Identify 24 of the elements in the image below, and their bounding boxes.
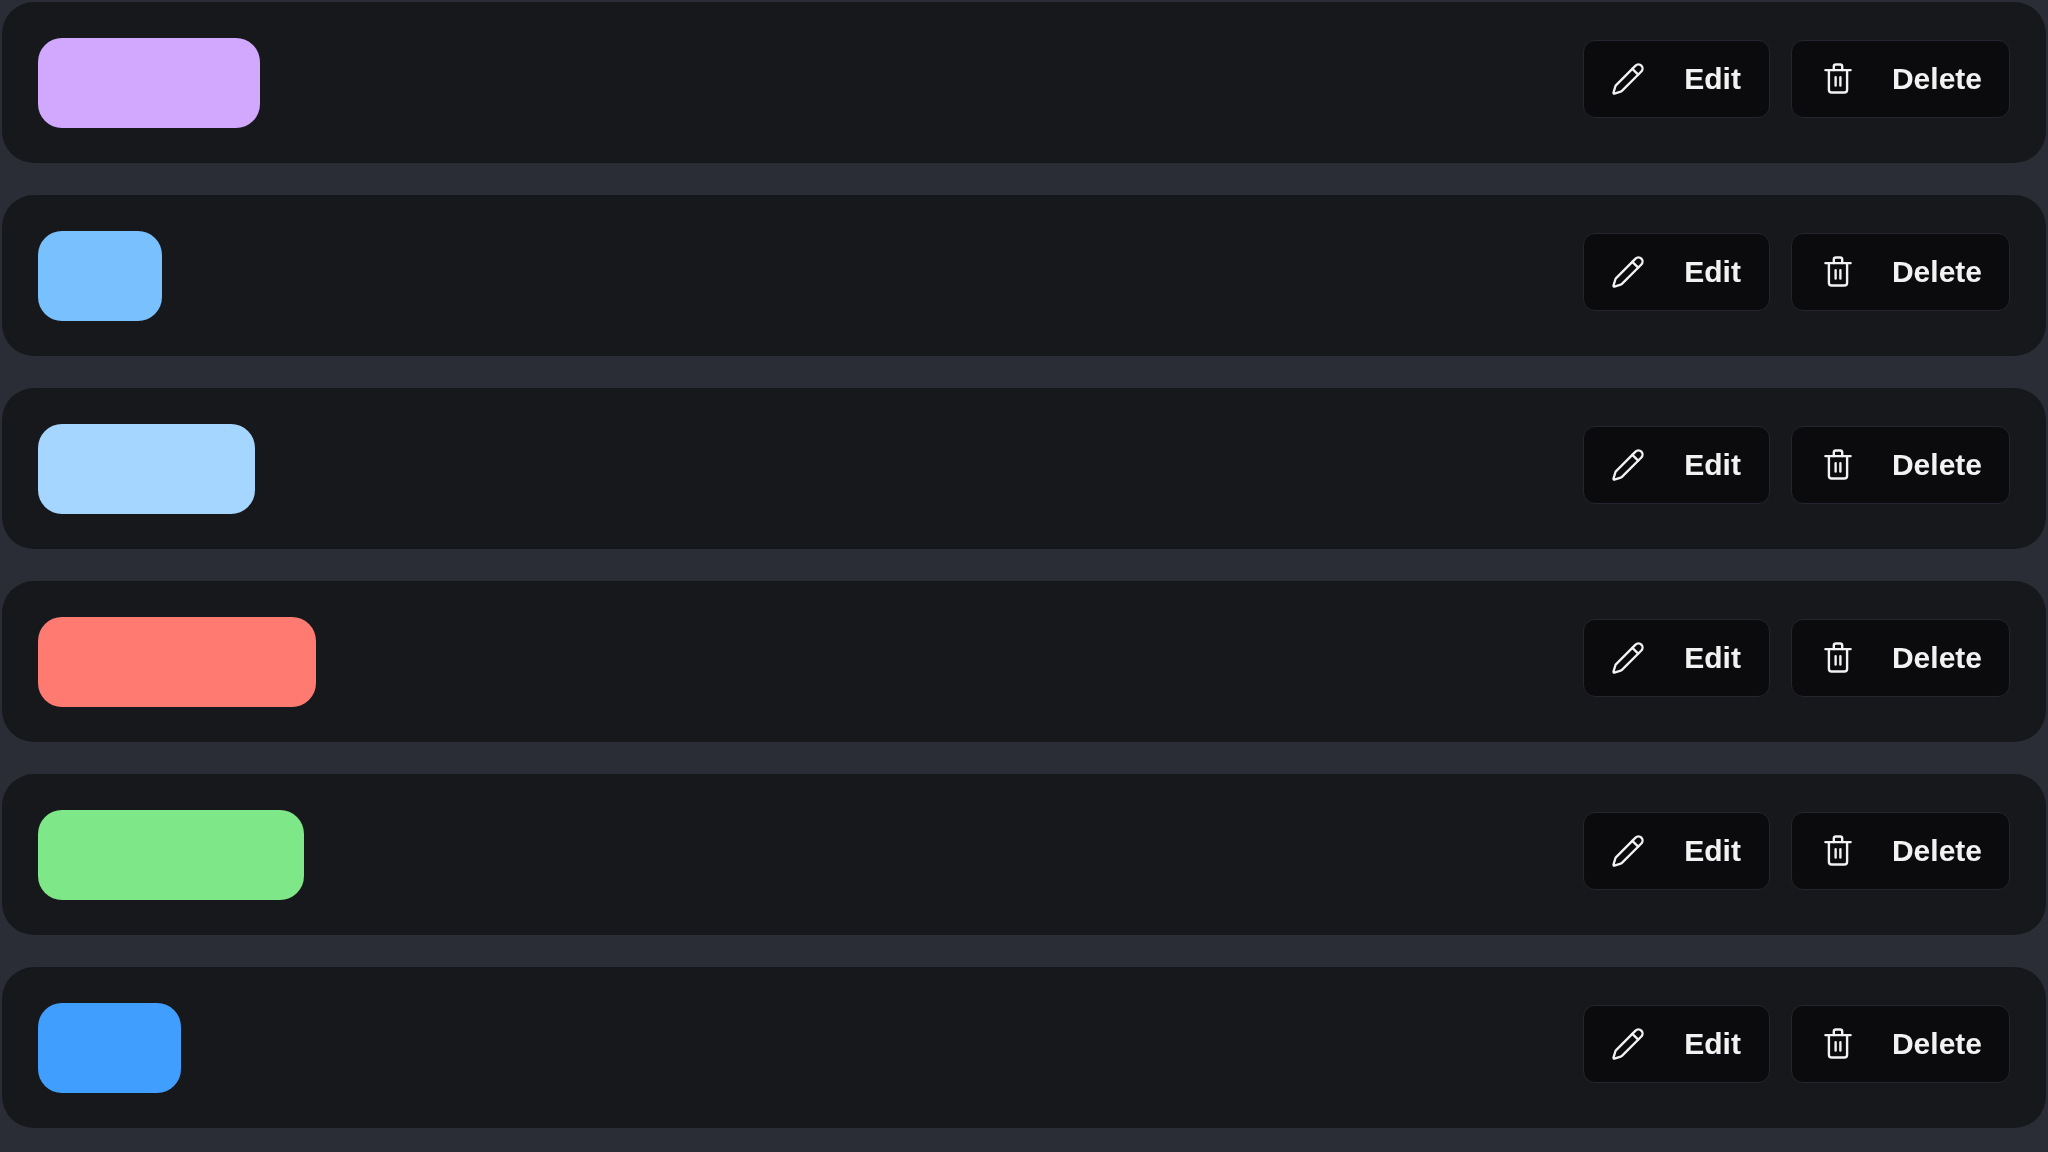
pencil-icon: [1612, 1027, 1645, 1060]
trash-icon: [1823, 449, 1852, 480]
delete-button[interactable]: Delete: [1790, 425, 2010, 504]
trash-icon: [1823, 1028, 1852, 1059]
edit-button[interactable]: Edit: [1583, 425, 1770, 504]
delete-button[interactable]: Delete: [1790, 811, 2010, 890]
pencil-icon: [1612, 834, 1645, 867]
trash-icon: [1823, 835, 1852, 866]
pencil-icon: [1612, 641, 1645, 674]
delete-button[interactable]: Delete: [1790, 1004, 2010, 1083]
pencil-icon: [1612, 62, 1645, 95]
delete-button[interactable]: Delete: [1790, 618, 2010, 697]
edit-button[interactable]: Edit: [1583, 618, 1770, 697]
pencil-icon: [1612, 448, 1645, 481]
pencil-icon: [1612, 255, 1645, 288]
edit-button[interactable]: Edit: [1583, 1004, 1770, 1083]
edit-button[interactable]: Edit: [1583, 811, 1770, 890]
trash-icon: [1823, 642, 1852, 673]
edit-button[interactable]: Edit: [1583, 39, 1770, 118]
trash-icon: [1823, 256, 1852, 287]
edit-button[interactable]: Edit: [1583, 232, 1770, 311]
delete-button[interactable]: Delete: [1790, 232, 2010, 311]
trash-icon: [1823, 63, 1852, 94]
delete-button[interactable]: Delete: [1790, 39, 2010, 118]
